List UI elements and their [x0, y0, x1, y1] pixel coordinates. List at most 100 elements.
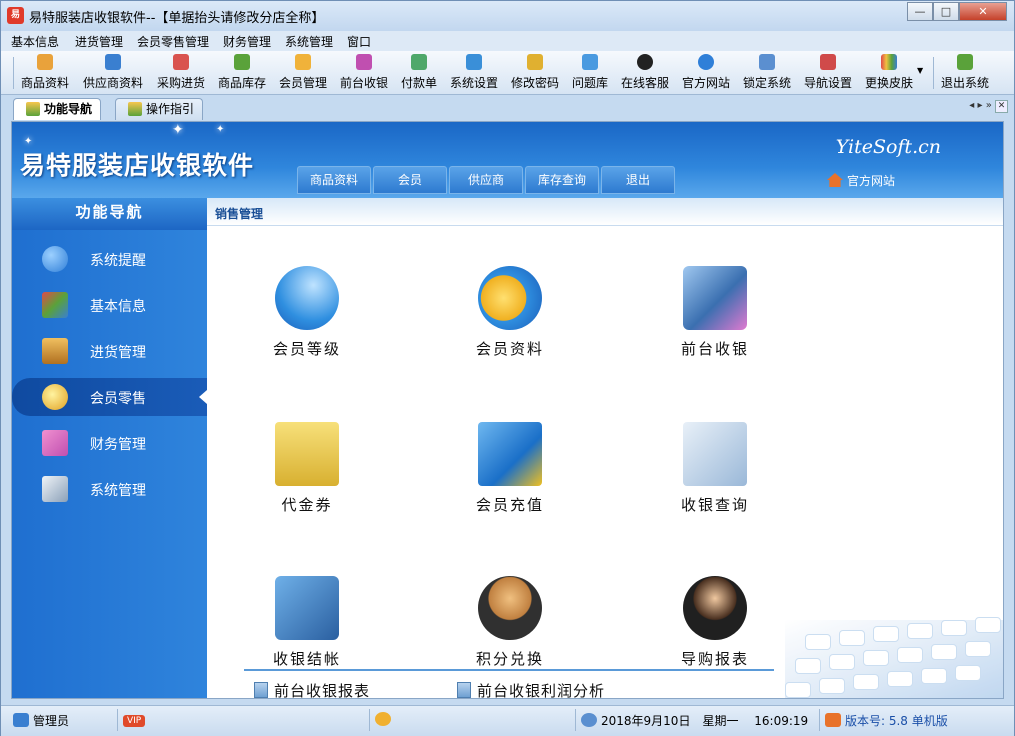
status-separator: [117, 709, 118, 731]
tb-supplier-button[interactable]: 供应商资料: [83, 54, 143, 91]
grid-cash-query[interactable]: 收银查询: [647, 422, 787, 522]
banner-tab-goods[interactable]: 商品资料: [297, 166, 371, 194]
chevron-down-icon[interactable]: ▼: [917, 66, 923, 75]
menu-purchase[interactable]: 进货管理: [75, 33, 123, 50]
tb-faq-button[interactable]: 问题库: [572, 54, 608, 91]
report-front-cashier[interactable]: 前台收银报表: [254, 680, 370, 699]
nav-tab-icon: [26, 102, 40, 116]
maximize-button[interactable]: □: [933, 2, 959, 21]
clock-icon: [581, 713, 597, 727]
official-site-link[interactable]: 官方网站: [827, 172, 895, 189]
grid-recharge[interactable]: 会员充值: [442, 422, 582, 522]
grid-member-info[interactable]: 会员资料: [442, 266, 582, 366]
key-icon: [527, 54, 543, 70]
tb-inventory-button[interactable]: 商品库存: [218, 54, 266, 91]
nav-settings-icon: [820, 54, 836, 70]
menu-system[interactable]: 系统管理: [285, 33, 333, 50]
tab-function-nav[interactable]: 功能导航: [13, 98, 101, 120]
tb-website-button[interactable]: 官方网站: [682, 54, 730, 91]
tb-goods-button[interactable]: 商品资料: [21, 54, 69, 91]
grid-front-cashier[interactable]: 前台收银: [647, 266, 787, 366]
sidebar-item-system[interactable]: 系统管理: [12, 470, 207, 508]
banner-tab-supplier[interactable]: 供应商: [449, 166, 523, 194]
tb-nav-settings-button[interactable]: 导航设置: [804, 54, 852, 91]
tb-exit-button[interactable]: 退出系统: [941, 54, 989, 91]
skin-icon: [881, 54, 897, 70]
title-bar: 易 易特服装店收银软件--【单据抬头请修改分店全称】 — □ ✕: [1, 1, 1014, 31]
tools-icon: [42, 476, 68, 502]
tab-operation-guide[interactable]: 操作指引: [115, 98, 203, 120]
keyboard-decoration: [785, 620, 1004, 699]
status-datetime: 2018年9月10日 星期一 16:09:19: [581, 712, 808, 729]
minimize-button[interactable]: —: [907, 2, 933, 21]
grid-points-exchange[interactable]: 积分兑换: [442, 576, 582, 676]
status-user: 管理员: [13, 712, 69, 729]
sidebar-item-member-retail[interactable]: 会员零售: [12, 378, 207, 416]
member-level-icon: [275, 266, 339, 330]
cash-query-icon: [683, 422, 747, 486]
sidebar-header: 功能导航: [12, 198, 207, 230]
front-cashier-icon: [683, 266, 747, 330]
members-icon: [42, 384, 68, 410]
tb-cashier-button[interactable]: 前台收银: [340, 54, 388, 91]
app-window: 易 易特服装店收银软件--【单据抬头请修改分店全称】 — □ ✕ 基本信息 进货…: [0, 0, 1015, 736]
status-separator: [369, 709, 370, 731]
sparkle-icon: ✦: [172, 122, 184, 138]
status-version: 版本号: 5.8 单机版: [825, 712, 948, 729]
status-bar: 管理员 VIP 2018年9月10日 星期一 16:09:19 版本号: 5.8…: [1, 705, 1014, 736]
guide-report-icon: [683, 576, 747, 640]
nav-panel: ✦ ✦ ✦ 易特服装店收银软件 商品资料 会员 供应商 库存查询 退出 Yite…: [11, 121, 1004, 699]
menu-finance[interactable]: 财务管理: [223, 33, 271, 50]
banner-title: 易特服装店收银软件: [20, 146, 254, 182]
banner-tab-member[interactable]: 会员: [373, 166, 447, 194]
sidebar-item-basic-info[interactable]: 基本信息: [12, 286, 207, 324]
main-panel: 销售管理 会员等级 会员资料 前台收银 代金券 会员充值 收银查询 收银结帐 积…: [207, 198, 1004, 699]
tb-lock-button[interactable]: 锁定系统: [743, 54, 791, 91]
goods-icon: [37, 54, 53, 70]
app-icon[interactable]: 易: [7, 7, 24, 24]
banner-tab-stock[interactable]: 库存查询: [525, 166, 599, 194]
toolbar-separator: [933, 57, 934, 89]
member-info-icon: [478, 266, 542, 330]
sidebar: 功能导航 系统提醒 基本信息 进货管理 会员零售 财务管理 系统管理: [12, 198, 207, 699]
points-exchange-icon: [478, 576, 542, 640]
tb-password-button[interactable]: 修改密码: [511, 54, 559, 91]
tb-payment-button[interactable]: 付款单: [401, 54, 437, 91]
info-icon: [42, 246, 68, 272]
settings-icon: [466, 54, 482, 70]
payment-icon: [411, 54, 427, 70]
report-front-profit[interactable]: 前台收银利润分析: [457, 680, 605, 699]
close-icon[interactable]: ✕: [995, 100, 1008, 113]
status-separator: [819, 709, 820, 731]
voucher-icon: [275, 422, 339, 486]
cubes-icon: [42, 292, 68, 318]
sidebar-item-purchase[interactable]: 进货管理: [12, 332, 207, 370]
grid-checkout[interactable]: 收银结帐: [239, 576, 379, 676]
tb-member-button[interactable]: 会员管理: [279, 54, 327, 91]
grid-member-level[interactable]: 会员等级: [239, 266, 379, 366]
home-icon: [825, 713, 841, 727]
ie-icon: [698, 54, 714, 70]
cashier-icon: [356, 54, 372, 70]
user-icon: [13, 713, 29, 727]
smiley-icon: [375, 712, 391, 726]
tab-scroll-arrows[interactable]: ◂ ▸ » ✕: [969, 100, 1008, 113]
grid-guide-report[interactable]: 导购报表: [647, 576, 787, 676]
finance-icon: [42, 430, 68, 456]
question-icon: [582, 54, 598, 70]
sidebar-item-finance[interactable]: 财务管理: [12, 424, 207, 462]
close-button[interactable]: ✕: [959, 2, 1007, 21]
tb-support-button[interactable]: 在线客服: [621, 54, 669, 91]
sidebar-item-reminder[interactable]: 系统提醒: [12, 240, 207, 278]
menu-window[interactable]: 窗口: [347, 33, 371, 50]
menu-member-retail[interactable]: 会员零售管理: [137, 33, 209, 50]
grid-voucher[interactable]: 代金券: [239, 422, 379, 522]
tb-skin-button[interactable]: 更换皮肤▼: [865, 54, 913, 91]
toolbar: 商品资料 供应商资料 采购进货 商品库存 会员管理 前台收银 付款单 系统设置 …: [1, 51, 1014, 95]
tb-purchase-button[interactable]: 采购进货: [157, 54, 205, 91]
banner-tab-exit[interactable]: 退出: [601, 166, 675, 194]
menu-basic-info[interactable]: 基本信息: [11, 33, 59, 50]
tb-settings-button[interactable]: 系统设置: [450, 54, 498, 91]
report-icon: [254, 682, 268, 698]
toolbar-separator: [13, 57, 14, 89]
